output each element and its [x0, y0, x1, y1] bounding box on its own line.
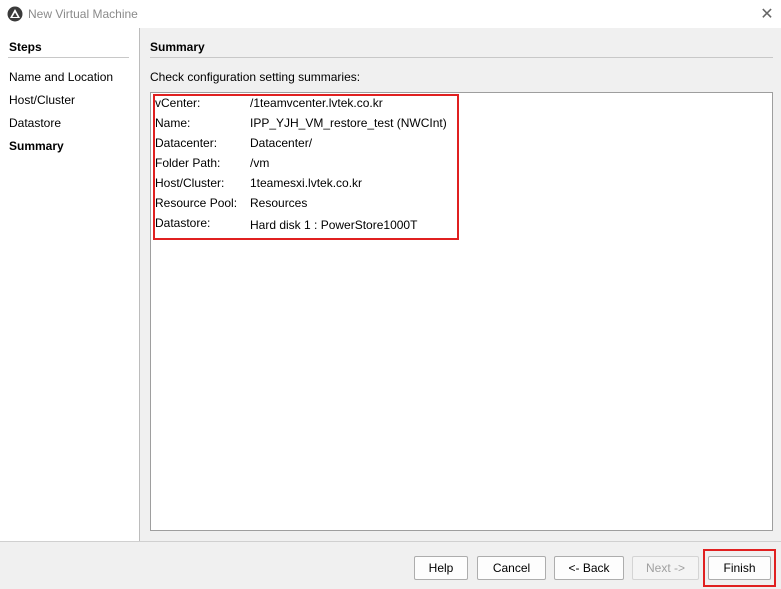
summary-text-area[interactable]: vCenter: /1teamvcenter.lvtek.co.kr Name:…: [150, 92, 773, 531]
cancel-button[interactable]: Cancel: [477, 556, 546, 580]
close-icon[interactable]: ✕: [757, 4, 777, 24]
summary-instruction: Check configuration setting summaries:: [150, 70, 361, 84]
summary-header: Summary: [150, 40, 205, 54]
row-label: Datacenter:: [155, 136, 218, 150]
step-summary[interactable]: Summary: [9, 139, 64, 153]
steps-panel: Steps Name and Location Host/Cluster Dat…: [0, 28, 140, 541]
step-host-cluster[interactable]: Host/Cluster: [9, 93, 75, 107]
row-label: Folder Path:: [155, 156, 221, 170]
main-panel: Summary Check configuration setting summ…: [140, 28, 781, 541]
help-button[interactable]: Help: [414, 556, 468, 580]
row-value: Datacenter/: [250, 136, 313, 150]
window-title: New Virtual Machine: [28, 7, 138, 21]
back-button[interactable]: <- Back: [554, 556, 624, 580]
row-label: Resource Pool:: [155, 196, 238, 210]
step-name-and-location[interactable]: Name and Location: [9, 70, 113, 84]
next-button[interactable]: Next ->: [632, 556, 699, 580]
row-label: Name:: [155, 116, 191, 130]
row-value: 1teamesxi.lvtek.co.kr: [250, 176, 363, 190]
finish-button[interactable]: Finish: [708, 556, 771, 580]
row-value: IPP_YJH_VM_restore_test (NWCInt): [250, 116, 447, 130]
row-value: Resources: [250, 196, 308, 210]
step-datastore[interactable]: Datastore: [9, 116, 61, 130]
steps-divider: [8, 57, 129, 58]
steps-header: Steps: [9, 40, 42, 54]
title-bar: New Virtual Machine ✕: [0, 0, 781, 28]
row-label: vCenter:: [155, 96, 201, 110]
row-label: Datastore:: [155, 216, 211, 230]
button-bar: Help Cancel <- Back Next -> Finish: [0, 541, 781, 589]
summary-divider: [150, 57, 773, 58]
app-logo-icon: [7, 6, 23, 22]
row-value: Hard disk 1 : PowerStore1000T: [250, 218, 418, 232]
row-label: Host/Cluster:: [155, 176, 225, 190]
row-value: /1teamvcenter.lvtek.co.kr: [250, 96, 383, 110]
row-value: /vm: [250, 156, 270, 170]
